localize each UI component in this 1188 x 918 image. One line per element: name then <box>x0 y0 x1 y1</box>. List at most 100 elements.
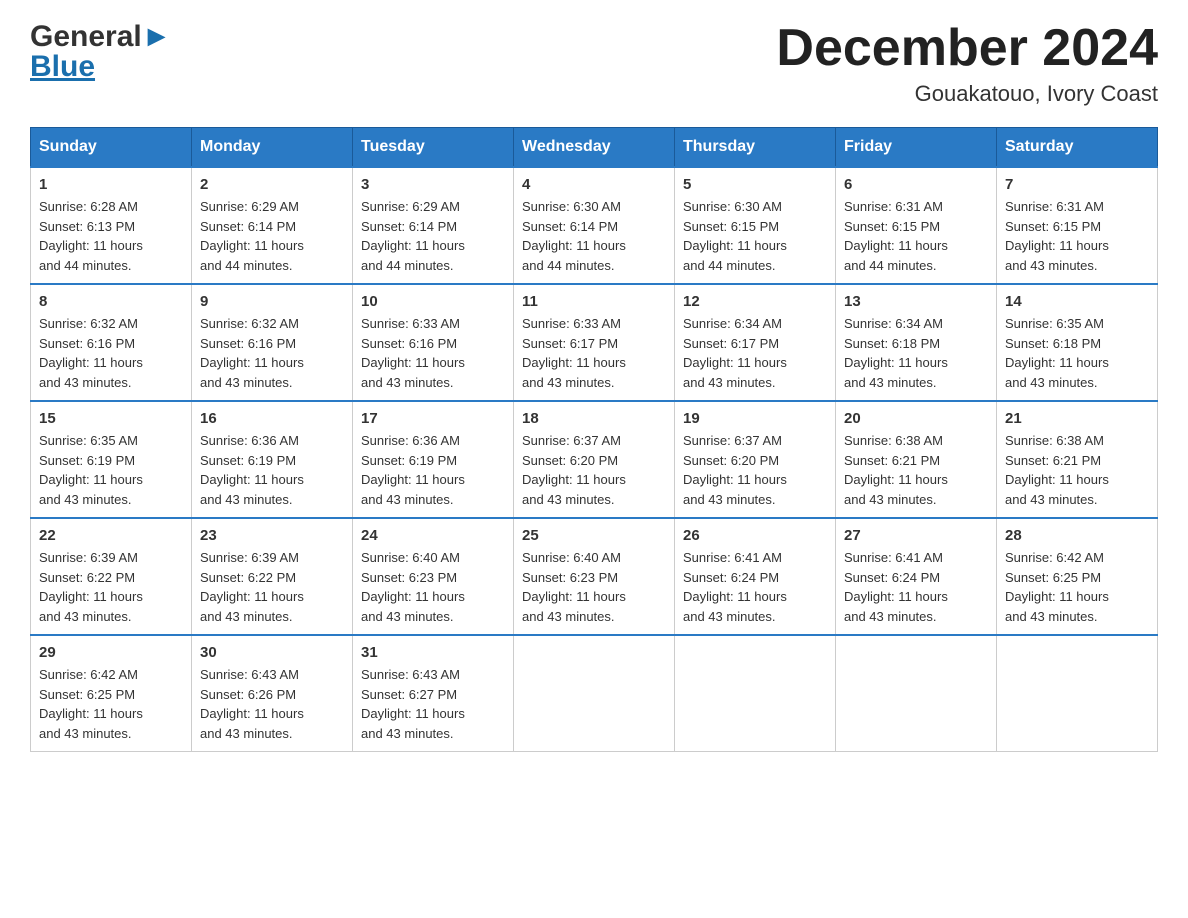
calendar-cell: 7 Sunrise: 6:31 AMSunset: 6:15 PMDaylight… <box>997 167 1158 284</box>
calendar-cell: 22Sunrise: 6:39 AMSunset: 6:22 PMDayligh… <box>31 518 192 635</box>
day-number: 26 <box>683 527 827 544</box>
day-info: Sunrise: 6:33 AMSunset: 6:16 PMDaylight:… <box>361 314 505 392</box>
day-number: 8 <box>39 293 183 310</box>
day-number: 17 <box>361 410 505 427</box>
day-info: Sunrise: 6:41 AMSunset: 6:24 PMDaylight:… <box>683 548 827 626</box>
day-number: 16 <box>200 410 344 427</box>
page-header: General► Blue December 2024 Gouakatouo, … <box>30 20 1158 107</box>
week-row-5: 29Sunrise: 6:42 AMSunset: 6:25 PMDayligh… <box>31 635 1158 752</box>
day-info: Sunrise: 6:35 AMSunset: 6:19 PMDaylight:… <box>39 431 183 509</box>
day-number: 12 <box>683 293 827 310</box>
day-info: Sunrise: 6:32 AMSunset: 6:16 PMDaylight:… <box>39 314 183 392</box>
day-info: Sunrise: 6:43 AMSunset: 6:26 PMDaylight:… <box>200 665 344 743</box>
calendar-cell: 30Sunrise: 6:43 AMSunset: 6:26 PMDayligh… <box>192 635 353 752</box>
day-info: Sunrise: 6:35 AMSunset: 6:18 PMDaylight:… <box>1005 314 1149 392</box>
day-number: 5 <box>683 176 827 193</box>
day-number: 18 <box>522 410 666 427</box>
calendar-cell: 26 Sunrise: 6:41 AMSunset: 6:24 PMDayligh… <box>675 518 836 635</box>
day-info: Sunrise: 6:37 AMSunset: 6:20 PMDaylight:… <box>683 431 827 509</box>
day-info: Sunrise: 6:40 AMSunset: 6:23 PMDaylight:… <box>522 548 666 626</box>
day-number: 27 <box>844 527 988 544</box>
day-number: 13 <box>844 293 988 310</box>
day-number: 2 <box>200 176 344 193</box>
day-info: Sunrise: 6:34 AMSunset: 6:18 PMDaylight:… <box>844 314 988 392</box>
calendar-body: 1 Sunrise: 6:28 AMSunset: 6:13 PMDaylight… <box>31 167 1158 752</box>
calendar-cell: 17 Sunrise: 6:36 AMSunset: 6:19 PMDayligh… <box>353 401 514 518</box>
weekday-header-friday: Friday <box>836 128 997 168</box>
day-info: Sunrise: 6:36 AMSunset: 6:19 PMDaylight:… <box>361 431 505 509</box>
calendar-cell: 23 Sunrise: 6:39 AMSunset: 6:22 PMDayligh… <box>192 518 353 635</box>
month-title: December 2024 <box>776 20 1158 77</box>
day-info: Sunrise: 6:34 AMSunset: 6:17 PMDaylight:… <box>683 314 827 392</box>
calendar-cell: 18 Sunrise: 6:37 AMSunset: 6:20 PMDayligh… <box>514 401 675 518</box>
calendar-cell: 4 Sunrise: 6:30 AMSunset: 6:14 PMDaylight… <box>514 167 675 284</box>
calendar-table: SundayMondayTuesdayWednesdayThursdayFrid… <box>30 127 1158 752</box>
day-info: Sunrise: 6:42 AMSunset: 6:25 PMDaylight:… <box>1005 548 1149 626</box>
day-info: Sunrise: 6:43 AMSunset: 6:27 PMDaylight:… <box>361 665 505 743</box>
day-number: 9 <box>200 293 344 310</box>
calendar-cell: 20 Sunrise: 6:38 AMSunset: 6:21 PMDayligh… <box>836 401 997 518</box>
calendar-cell: 3 Sunrise: 6:29 AMSunset: 6:14 PMDaylight… <box>353 167 514 284</box>
logo-blue: Blue <box>30 50 171 84</box>
logo-general: General <box>30 20 142 54</box>
calendar-cell <box>675 635 836 752</box>
day-number: 24 <box>361 527 505 544</box>
calendar-header: SundayMondayTuesdayWednesdayThursdayFrid… <box>31 128 1158 168</box>
calendar-cell: 2 Sunrise: 6:29 AMSunset: 6:14 PMDaylight… <box>192 167 353 284</box>
day-info: Sunrise: 6:28 AMSunset: 6:13 PMDaylight:… <box>39 197 183 275</box>
day-number: 31 <box>361 644 505 661</box>
header-row: SundayMondayTuesdayWednesdayThursdayFrid… <box>31 128 1158 168</box>
day-info: Sunrise: 6:38 AMSunset: 6:21 PMDaylight:… <box>1005 431 1149 509</box>
day-info: Sunrise: 6:38 AMSunset: 6:21 PMDaylight:… <box>844 431 988 509</box>
calendar-cell: 14Sunrise: 6:35 AMSunset: 6:18 PMDayligh… <box>997 284 1158 401</box>
day-number: 7 <box>1005 176 1149 193</box>
title-section: December 2024 Gouakatouo, Ivory Coast <box>776 20 1158 107</box>
day-number: 11 <box>522 293 666 310</box>
day-number: 25 <box>522 527 666 544</box>
calendar-cell: 31 Sunrise: 6:43 AMSunset: 6:27 PMDayligh… <box>353 635 514 752</box>
calendar-cell: 11Sunrise: 6:33 AMSunset: 6:17 PMDayligh… <box>514 284 675 401</box>
calendar-cell: 25 Sunrise: 6:40 AMSunset: 6:23 PMDayligh… <box>514 518 675 635</box>
weekday-header-sunday: Sunday <box>31 128 192 168</box>
day-number: 28 <box>1005 527 1149 544</box>
day-info: Sunrise: 6:37 AMSunset: 6:20 PMDaylight:… <box>522 431 666 509</box>
day-number: 4 <box>522 176 666 193</box>
calendar-cell: 21 Sunrise: 6:38 AMSunset: 6:21 PMDayligh… <box>997 401 1158 518</box>
day-number: 1 <box>39 176 183 193</box>
calendar-cell: 10 Sunrise: 6:33 AMSunset: 6:16 PMDayligh… <box>353 284 514 401</box>
calendar-cell: 19 Sunrise: 6:37 AMSunset: 6:20 PMDayligh… <box>675 401 836 518</box>
day-number: 15 <box>39 410 183 427</box>
calendar-cell <box>836 635 997 752</box>
location: Gouakatouo, Ivory Coast <box>776 81 1158 107</box>
day-info: Sunrise: 6:32 AMSunset: 6:16 PMDaylight:… <box>200 314 344 392</box>
weekday-header-wednesday: Wednesday <box>514 128 675 168</box>
calendar-cell: 5 Sunrise: 6:30 AMSunset: 6:15 PMDaylight… <box>675 167 836 284</box>
day-info: Sunrise: 6:29 AMSunset: 6:14 PMDaylight:… <box>361 197 505 275</box>
day-number: 6 <box>844 176 988 193</box>
week-row-2: 8 Sunrise: 6:32 AMSunset: 6:16 PMDaylight… <box>31 284 1158 401</box>
day-number: 20 <box>844 410 988 427</box>
day-number: 3 <box>361 176 505 193</box>
day-info: Sunrise: 6:30 AMSunset: 6:15 PMDaylight:… <box>683 197 827 275</box>
calendar-cell: 1 Sunrise: 6:28 AMSunset: 6:13 PMDaylight… <box>31 167 192 284</box>
day-info: Sunrise: 6:39 AMSunset: 6:22 PMDaylight:… <box>200 548 344 626</box>
calendar-cell: 6Sunrise: 6:31 AMSunset: 6:15 PMDaylight… <box>836 167 997 284</box>
day-number: 23 <box>200 527 344 544</box>
calendar-cell: 29Sunrise: 6:42 AMSunset: 6:25 PMDayligh… <box>31 635 192 752</box>
calendar-cell: 13 Sunrise: 6:34 AMSunset: 6:18 PMDayligh… <box>836 284 997 401</box>
calendar-cell: 12 Sunrise: 6:34 AMSunset: 6:17 PMDayligh… <box>675 284 836 401</box>
calendar-cell: 8 Sunrise: 6:32 AMSunset: 6:16 PMDaylight… <box>31 284 192 401</box>
calendar-cell: 28 Sunrise: 6:42 AMSunset: 6:25 PMDayligh… <box>997 518 1158 635</box>
day-number: 21 <box>1005 410 1149 427</box>
day-number: 10 <box>361 293 505 310</box>
weekday-header-saturday: Saturday <box>997 128 1158 168</box>
day-info: Sunrise: 6:29 AMSunset: 6:14 PMDaylight:… <box>200 197 344 275</box>
day-info: Sunrise: 6:30 AMSunset: 6:14 PMDaylight:… <box>522 197 666 275</box>
week-row-4: 22Sunrise: 6:39 AMSunset: 6:22 PMDayligh… <box>31 518 1158 635</box>
day-number: 19 <box>683 410 827 427</box>
day-info: Sunrise: 6:36 AMSunset: 6:19 PMDaylight:… <box>200 431 344 509</box>
day-info: Sunrise: 6:39 AMSunset: 6:22 PMDaylight:… <box>39 548 183 626</box>
day-info: Sunrise: 6:31 AMSunset: 6:15 PMDaylight:… <box>1005 197 1149 275</box>
calendar-cell <box>514 635 675 752</box>
day-info: Sunrise: 6:41 AMSunset: 6:24 PMDaylight:… <box>844 548 988 626</box>
